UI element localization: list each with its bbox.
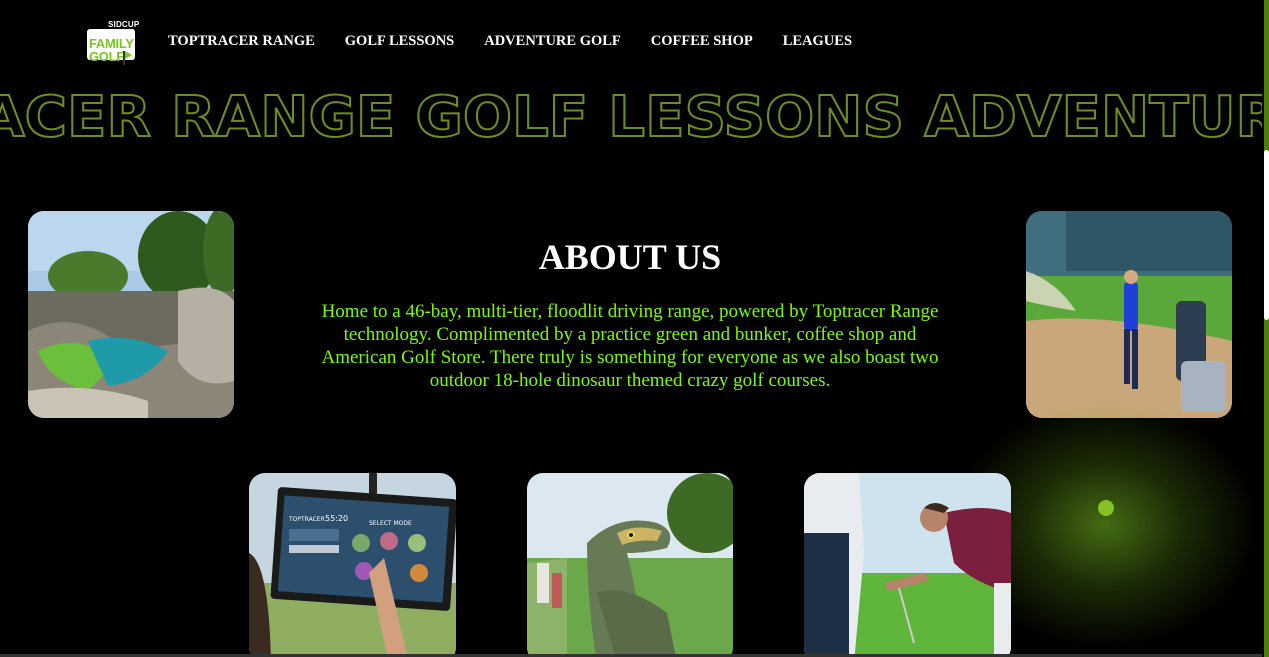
bunker-shot-image — [1026, 211, 1232, 418]
photo-toptracer-screen: TOPTRACER 55:20 SELECT MODE — [249, 473, 456, 657]
nav-item-leagues[interactable]: LEAGUES — [783, 33, 852, 50]
site-logo[interactable]: SIDCUP FAMILY GOLF — [87, 20, 140, 65]
photo-golf-lesson — [804, 473, 1011, 657]
glow-dot — [1098, 500, 1114, 516]
screen-title: TOPTRACER — [288, 516, 325, 523]
photo-bunker-shot — [1026, 211, 1232, 418]
dinosaur-image — [527, 473, 733, 657]
nav-item-toptracer-range[interactable]: TOPTRACER RANGE — [168, 33, 315, 50]
nav-item-adventure-golf[interactable]: ADVENTURE GOLF — [484, 33, 621, 50]
scrollbar-edge — [1262, 0, 1264, 657]
photo-dinosaur — [527, 473, 733, 657]
about-body: Home to a 46-bay, multi-tier, floodlit d… — [321, 301, 939, 391]
scrollbar-thumb[interactable] — [1264, 150, 1269, 320]
logo-sub-text: SIDCUP — [108, 20, 140, 29]
flag-icon — [123, 51, 132, 65]
nav-item-golf-lessons[interactable]: GOLF LESSONS — [345, 33, 454, 50]
site-header: SIDCUP FAMILY GOLF TOPTRACER RANGE GOLF … — [0, 0, 1262, 82]
main-nav: TOPTRACER RANGE GOLF LESSONS ADVENTURE G… — [168, 33, 882, 50]
marquee-svg: ACER RANGE GOLF LESSONS ADVENTUR — [0, 84, 1262, 151]
nav-item-coffee-shop[interactable]: COFFEE SHOP — [651, 33, 753, 50]
golf-lesson-image — [804, 473, 1011, 657]
photo-adventure-golf — [28, 211, 234, 418]
logo-line-2: GOLF — [89, 49, 124, 64]
services-marquee: ACER RANGE GOLF LESSONS ADVENTUR — [0, 80, 1262, 152]
adventure-golf-image — [28, 211, 234, 418]
screen-mode: SELECT MODE — [369, 520, 412, 527]
logo-badge: FAMILY GOLF — [87, 29, 135, 65]
about-title: ABOUT US — [538, 237, 722, 277]
marquee-text: ACER RANGE GOLF LESSONS ADVENTUR — [0, 85, 1262, 150]
screen-time: 55:20 — [325, 514, 348, 523]
toptracer-screen-image: TOPTRACER 55:20 SELECT MODE — [249, 473, 456, 657]
